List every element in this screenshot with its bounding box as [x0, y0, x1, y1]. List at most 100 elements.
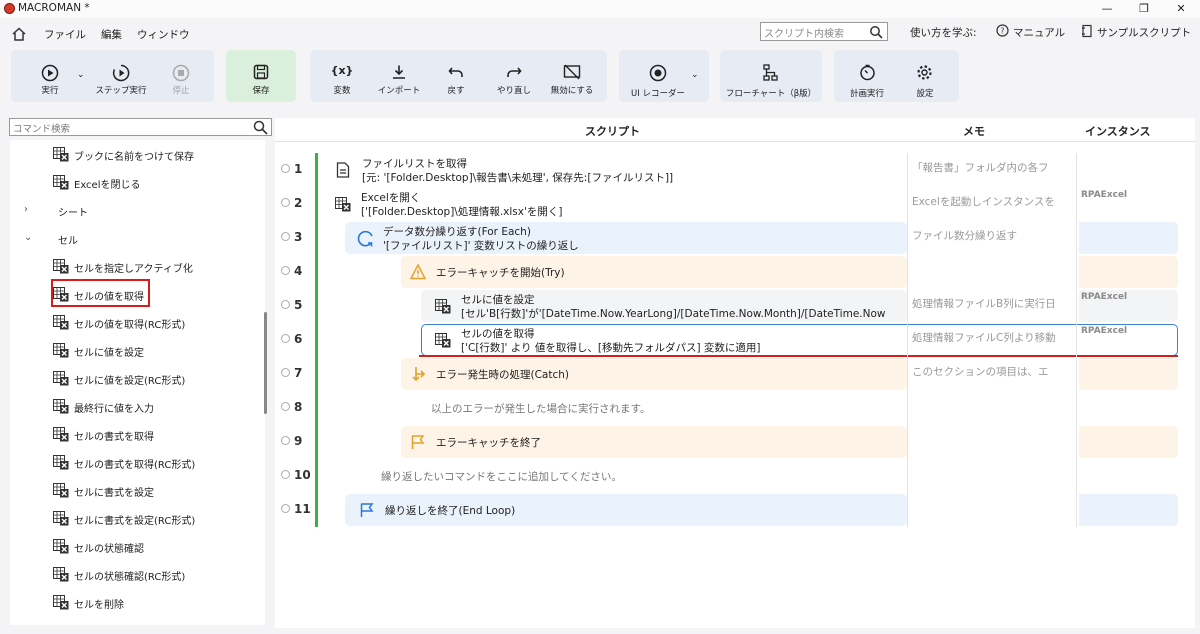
memo-cell[interactable] — [907, 459, 1077, 493]
command-item[interactable]: セルの値を取得(RC形式) — [10, 308, 265, 336]
command-search-input[interactable]: コマンド検索 — [9, 118, 272, 136]
undo-button[interactable]: 戻す — [436, 50, 476, 102]
row-breakpoint-icon[interactable] — [281, 164, 290, 173]
command-item[interactable]: セルに書式を設定 — [10, 476, 265, 504]
row-number: 10 — [281, 468, 311, 482]
minimize-button[interactable]: — — [1089, 0, 1125, 18]
variables-button[interactable]: {x} 変数 — [322, 50, 362, 102]
command-item[interactable]: セルの書式を取得 — [10, 420, 265, 448]
step-run-button[interactable]: ステップ実行 — [89, 50, 153, 102]
redo-button[interactable]: やり直し — [492, 50, 536, 102]
row-breakpoint-icon[interactable] — [281, 334, 290, 343]
script-row[interactable]: 8 以上のエラーが発生した場合に実行されます。 — [275, 391, 1195, 425]
run-dropdown-chevron-icon[interactable]: ⌄ — [77, 70, 85, 80]
row-breakpoint-icon[interactable] — [281, 436, 290, 445]
script-row[interactable]: 4 エラーキャッチを開始(Try) — [275, 255, 1195, 289]
row-breakpoint-icon[interactable] — [281, 198, 290, 207]
script-row[interactable]: 9 エラーキャッチを終了 — [275, 425, 1195, 459]
script-row[interactable]: 3 データ数分繰り返す(For Each) '[ファイルリスト]' 変数リストの繰り… — [275, 221, 1195, 255]
import-button[interactable]: インポート — [372, 50, 426, 102]
row-breakpoint-icon[interactable] — [281, 470, 290, 479]
save-icon — [253, 64, 269, 80]
memo-cell[interactable]: このセクションの項目は、エ — [907, 357, 1077, 391]
manual-link[interactable]: マニュアル — [1013, 25, 1065, 40]
script-row[interactable]: 2 Excelを開く ['[Folder.Desktop]\処理情報.xlsx'を開… — [275, 187, 1195, 221]
row-breakpoint-icon[interactable] — [281, 402, 290, 411]
command-item[interactable]: セルの状態確認(RC形式) — [10, 560, 265, 588]
memo-cell[interactable] — [907, 391, 1077, 425]
row-number: 7 — [281, 366, 302, 380]
command-category[interactable]: ⌄ セル — [10, 224, 265, 252]
menu-edit[interactable]: 編集 — [101, 27, 122, 42]
script-row[interactable]: 5 セルに値を設定 [セル'B[行数]'が'[DateTime.Now.YearLo… — [275, 289, 1195, 323]
row-enabled-indicator — [315, 153, 318, 187]
close-button[interactable]: ✕ — [1163, 0, 1199, 18]
stop-button[interactable]: 停止 — [159, 50, 203, 102]
disable-button[interactable]: 無効にする — [546, 50, 598, 102]
learn-label: 使い方を学ぶ: — [910, 27, 977, 39]
memo-cell[interactable] — [907, 493, 1077, 527]
save-button[interactable]: 保存 — [226, 50, 296, 102]
command-item[interactable]: セルの状態確認 — [10, 532, 265, 560]
play-icon — [41, 64, 59, 82]
schedule-button[interactable]: 計画実行 — [838, 50, 896, 102]
command-item[interactable]: セルに値を設定(RC形式) — [10, 364, 265, 392]
row-breakpoint-icon[interactable] — [281, 300, 290, 309]
script-row[interactable]: 1 ファイルリストを取得 [元: '[Folder.Desktop]\報告書\未処理… — [275, 153, 1195, 187]
flowchart-button[interactable]: フローチャート（β版） — [720, 50, 822, 102]
row-breakpoint-icon[interactable] — [281, 504, 290, 513]
command-item[interactable]: 最終行に値を入力 — [10, 392, 265, 420]
command-item[interactable]: Excelを閉じる — [10, 168, 265, 196]
script-row[interactable]: 11 繰り返しを終了(End Loop) — [275, 493, 1195, 527]
menu-file[interactable]: ファイル — [44, 27, 86, 42]
run-button[interactable]: 実行 — [27, 50, 73, 102]
command-item[interactable]: セルに書式を設定(RC形式) — [10, 504, 265, 532]
script-search-input[interactable]: スクリプト内検索 — [760, 22, 888, 41]
command-category[interactable]: › シート — [10, 196, 265, 224]
settings-button[interactable]: 設定 — [904, 50, 946, 102]
command-item[interactable]: セルを削除 — [10, 588, 265, 616]
memo-cell[interactable]: 「報告書」フォルダ内の各フ — [907, 153, 1077, 187]
command-block-instance-cell — [1079, 222, 1178, 254]
command-item[interactable]: セルの書式を取得(RC形式) — [10, 448, 265, 476]
help-icon[interactable]: ? — [996, 24, 1009, 37]
memo-cell[interactable]: ファイル数分繰り返す — [907, 221, 1077, 255]
command-item[interactable]: セルを指定しアクティブ化 — [10, 252, 265, 280]
home-icon[interactable] — [11, 26, 27, 42]
toolbar-recorder-group: UI レコーダー ⌄ — [619, 50, 709, 102]
file-list-icon — [336, 162, 350, 181]
command-label: 最終行に値を入力 — [74, 404, 154, 415]
memo-cell[interactable] — [907, 255, 1077, 289]
command-label: セルに書式を設定 — [74, 488, 154, 499]
row-breakpoint-icon[interactable] — [281, 232, 290, 241]
command-label: セル — [58, 236, 78, 247]
menu-window[interactable]: ウィンドウ — [137, 27, 190, 42]
command-item[interactable]: ブックに名前をつけて保存 — [10, 140, 265, 168]
script-row[interactable]: 6 セルの値を取得 ['C[行数]' より 値を取得し、[移動先フォルダパス] 変数… — [275, 323, 1195, 357]
sample-scripts-link[interactable]: サンプルスクリプト — [1097, 25, 1191, 40]
step-run-icon — [112, 64, 130, 82]
memo-cell[interactable]: 処理情報ファイルC列より移動 — [907, 323, 1077, 357]
title-bar — [0, 0, 1200, 18]
script-row[interactable]: 10 繰り返したいコマンドをここに追加してください。 — [275, 459, 1195, 493]
command-item[interactable]: セルに値を設定 — [10, 336, 265, 364]
command-parameters: [セル'B[行数]'が'[DateTime.Now.YearLong]/[Dat… — [461, 308, 886, 320]
memo-cell[interactable] — [907, 425, 1077, 459]
command-label: セルに書式を設定(RC形式) — [74, 516, 196, 527]
row-breakpoint-icon[interactable] — [281, 266, 290, 275]
script-row[interactable]: 7 エラー発生時の処理(Catch) このセクションの項目は、エ — [275, 357, 1195, 391]
recorder-dropdown-chevron-icon[interactable]: ⌄ — [691, 70, 699, 80]
command-list-scrollbar[interactable] — [264, 312, 267, 414]
sample-script-icon[interactable] — [1081, 24, 1093, 38]
row-breakpoint-icon[interactable] — [281, 368, 290, 377]
svg-text:?: ? — [1000, 27, 1004, 36]
command-title: エラーキャッチを終了 — [436, 437, 541, 449]
excel-command-icon — [53, 566, 69, 585]
memo-cell[interactable]: Excelを起動しインスタンスを — [907, 187, 1077, 221]
row-number-text: 5 — [294, 298, 303, 312]
restore-button[interactable]: ❐ — [1126, 0, 1162, 18]
memo-cell[interactable]: 処理情報ファイルB列に実行日 — [907, 289, 1077, 323]
redo-icon — [507, 67, 522, 77]
ui-recorder-button[interactable]: UI レコーダー — [625, 50, 691, 102]
command-label: セルの値を取得(RC形式) — [74, 320, 186, 331]
